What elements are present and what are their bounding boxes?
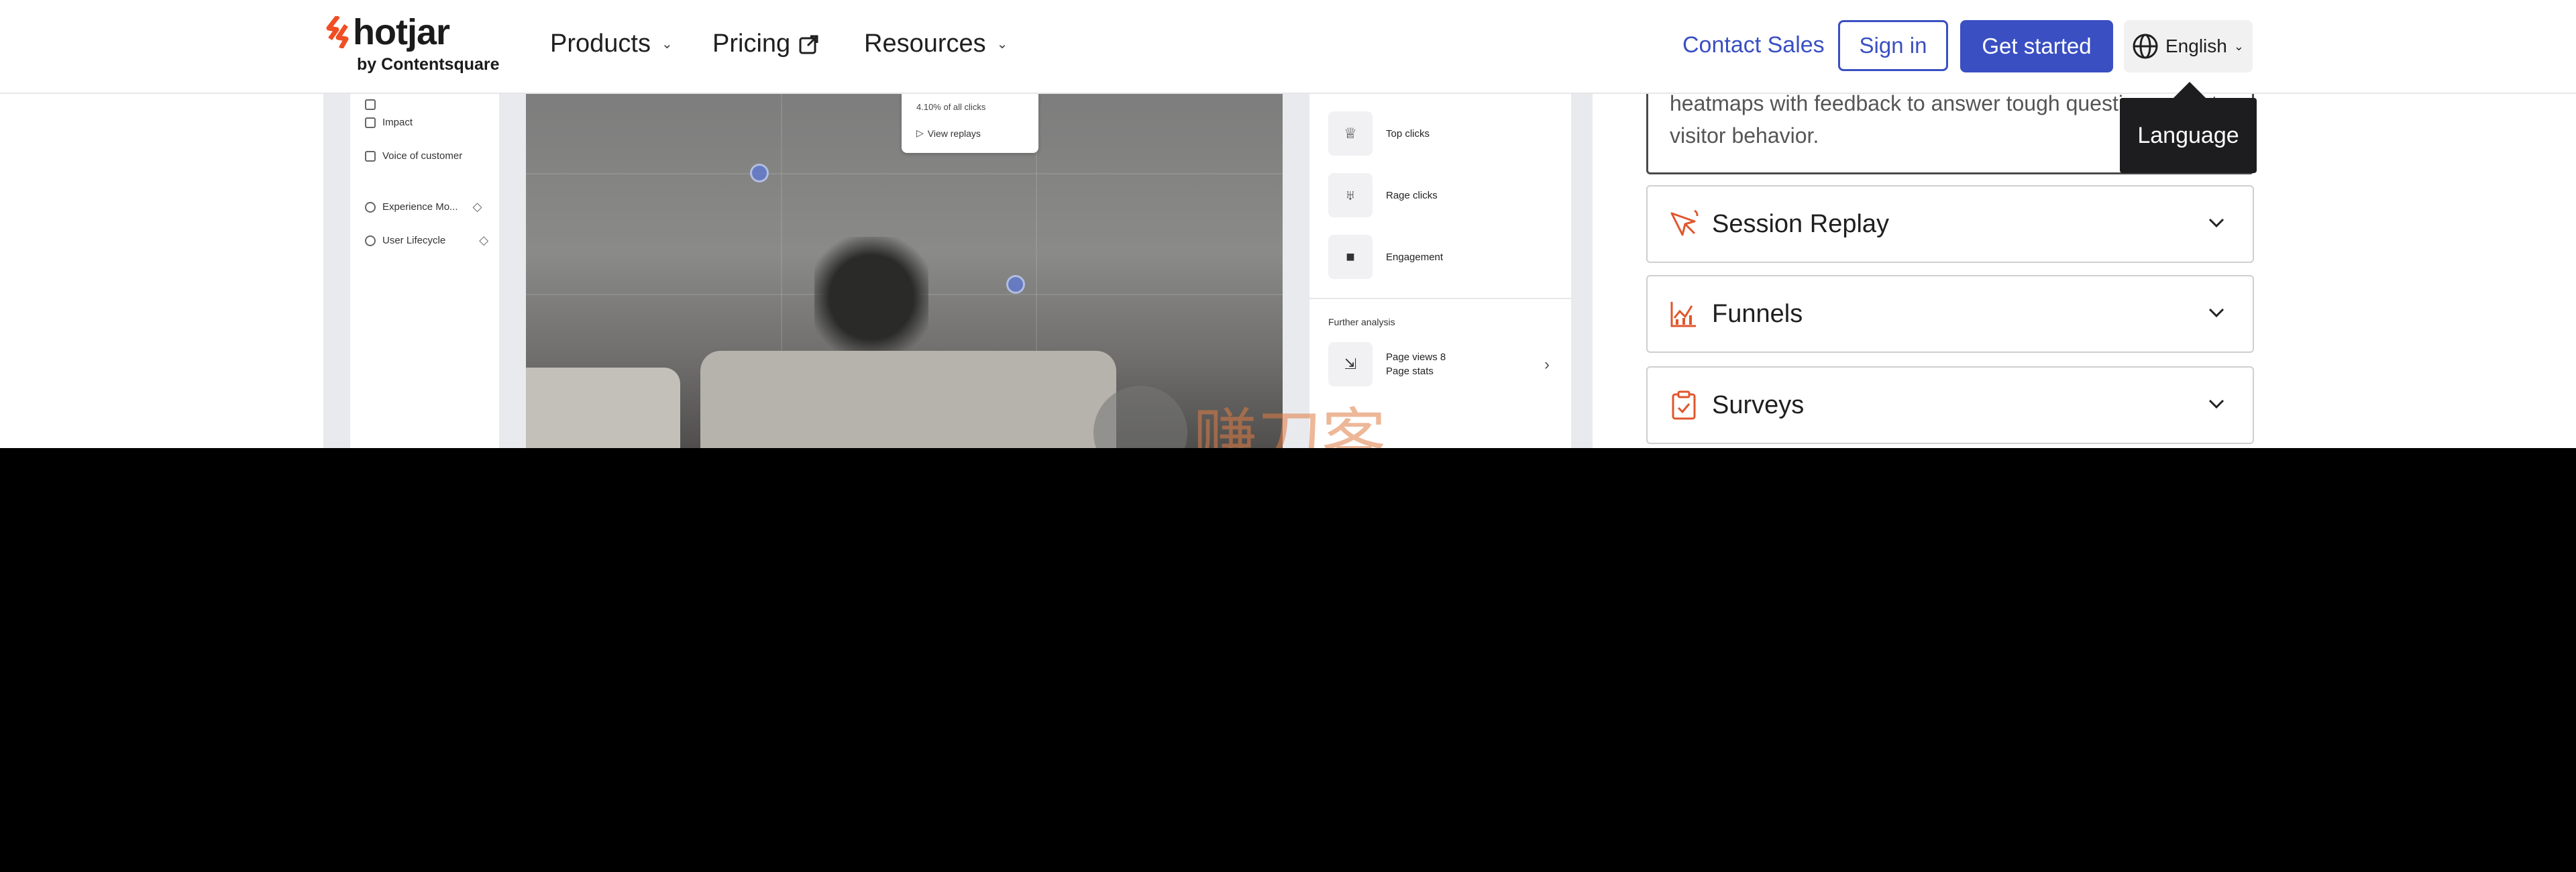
click-dot	[750, 164, 769, 182]
trophy-icon: ♕	[1328, 111, 1373, 156]
accordion-label: Surveys	[1712, 390, 1805, 419]
engagement-icon: ■	[1328, 235, 1373, 279]
mock-sidebar-item: Impact	[365, 117, 413, 128]
mock-right-item: ♕ Top clicks	[1328, 111, 1430, 156]
accordion-surveys[interactable]: Surveys	[1646, 366, 2254, 444]
get-started-button[interactable]: Get started	[1960, 20, 2113, 72]
diamond-icon: ◇	[479, 233, 489, 247]
gear-icon	[365, 99, 376, 110]
globe-icon	[2133, 34, 2158, 59]
tooltip-arrow	[2172, 82, 2207, 99]
play-icon: ▷	[916, 127, 924, 138]
surveys-icon	[1672, 390, 1696, 420]
chevron-down-icon	[2208, 308, 2224, 318]
watermark-logo	[1093, 386, 1187, 448]
mock-sidebar-item: User Lifecycle ◇	[365, 233, 488, 248]
chevron-right-icon: ›	[1544, 356, 1550, 374]
watermark: 赚刀客	[1093, 386, 1386, 448]
chevron-down-icon	[2208, 399, 2224, 409]
diamond-icon: ◇	[472, 200, 482, 213]
mock-right-item: ■ Engagement	[1328, 235, 1443, 279]
language-label: English	[2165, 36, 2227, 56]
chevron-down-icon: ⌄	[996, 37, 1008, 52]
nav-pricing[interactable]: Pricing	[712, 30, 820, 58]
view-replays-button: ▷ View replays	[916, 127, 981, 139]
rage-icon: ♅	[1328, 173, 1373, 217]
accordion-label: Funnels	[1712, 299, 1803, 328]
language-selector[interactable]: English ⌄	[2124, 20, 2253, 72]
accordion-session-replay[interactable]: Session Replay	[1646, 185, 2254, 263]
nav-products[interactable]: Products ⌄	[550, 30, 673, 58]
click-dot	[1006, 275, 1025, 294]
contact-sales-link[interactable]: Contact Sales	[1682, 32, 1825, 58]
page-viewport: Impact Voice of customer Experience Mo..…	[0, 0, 2576, 448]
product-screenshot: Impact Voice of customer Experience Mo..…	[323, 93, 1593, 448]
external-link-icon	[799, 35, 818, 54]
mock-right-item: ♅ Rage clicks	[1328, 173, 1438, 217]
chat-icon	[365, 150, 376, 162]
lifecycle-icon	[365, 235, 376, 246]
settings-icon	[365, 201, 376, 213]
mock-sidebar-item	[365, 99, 376, 110]
chevron-down-icon: ⌄	[661, 37, 673, 52]
nav-resources[interactable]: Resources ⌄	[864, 30, 1008, 58]
accordion-funnels[interactable]: Funnels	[1646, 275, 2254, 353]
hotjar-logo-icon	[326, 16, 349, 48]
chevron-down-icon: ⌄	[2233, 39, 2244, 53]
click-popup: 4.10% of all clicks ▷ View replays	[902, 93, 1038, 153]
funnels-icon	[1670, 302, 1696, 327]
logo-subtitle: by Contentsquare	[357, 55, 500, 74]
mock-right-item: ⇲ Page views 8 Page stats	[1328, 342, 1446, 386]
further-analysis-title: Further analysis	[1328, 317, 1395, 327]
mock-sidebar-item: Voice of customer	[365, 150, 462, 162]
document-icon	[365, 117, 376, 128]
armchair	[526, 368, 680, 448]
sofa	[700, 351, 1116, 448]
sign-in-button[interactable]: Sign in	[1838, 20, 1948, 71]
mock-sidebar-item: Experience Mo... ◇	[365, 200, 482, 214]
session-replay-icon	[1670, 209, 1699, 236]
language-tooltip: Language	[2120, 98, 2257, 173]
mock-sidebar: Impact Voice of customer Experience Mo..…	[350, 93, 499, 448]
chevron-down-icon	[2208, 218, 2224, 228]
accordion-label: Session Replay	[1712, 209, 1890, 238]
divider	[1309, 298, 1571, 299]
pages-icon: ⇲	[1328, 342, 1373, 386]
site-header: hotjar by Contentsquare Products ⌄ Prici…	[0, 0, 2576, 94]
logo-wordmark: hotjar	[353, 12, 450, 52]
